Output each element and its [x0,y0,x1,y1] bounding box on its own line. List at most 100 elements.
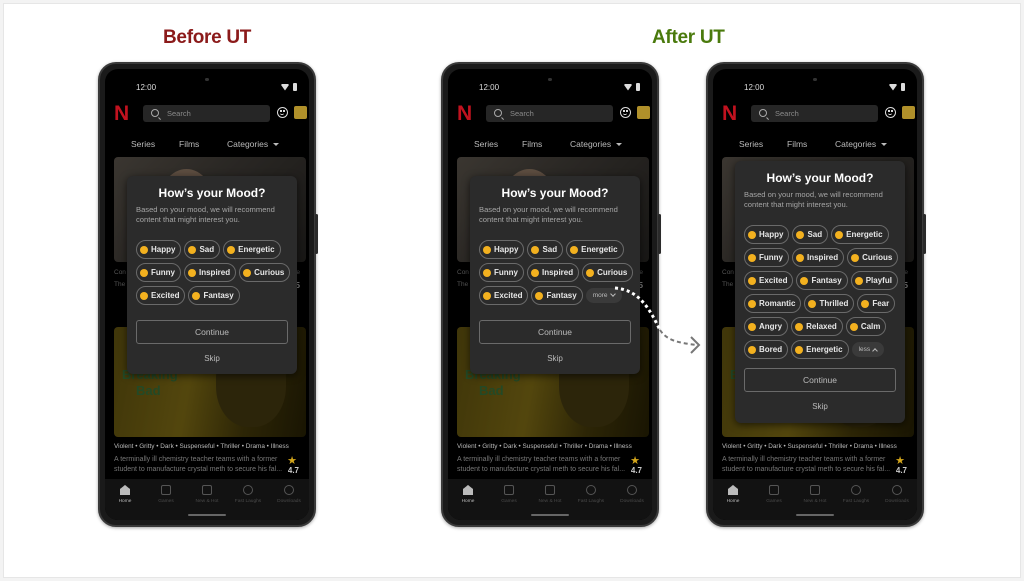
bottom-nav-home[interactable]: Home [107,485,143,504]
less-moods-button[interactable]: less [851,342,885,357]
emoji-excited-icon [748,276,756,285]
bottom-nav-downloads[interactable]: Downloads [879,485,915,504]
emoji-curious-icon [243,268,252,277]
bottom-nav: Home Games New & Hot Fast Laughs Downloa… [713,479,917,520]
mood-chip-fear[interactable]: Fear [857,294,896,313]
mood-chip-funny[interactable]: Funny [136,263,181,282]
phone-after-expanded: 12:00 N Search Series Films Categories C… [706,62,926,527]
bottom-nav-home[interactable]: Home [450,485,486,504]
show-rating: 4.7 [630,466,642,475]
emoji-inspired-icon [188,268,196,277]
mood-chip-bored[interactable]: Bored [744,340,789,359]
mood-chip-playful[interactable]: Playful [850,271,898,290]
status-time: 12:00 [479,83,500,92]
row1-desc-left: The [722,281,734,288]
mood-chip-energetic[interactable]: Energetic [791,340,849,359]
mood-chip-energetic[interactable]: Energetic [831,225,889,244]
show-rating: 4.7 [287,466,299,475]
search-input[interactable]: Search [486,105,613,122]
search-input[interactable]: Search [751,105,878,122]
nav-categories[interactable]: Categories [227,139,280,149]
mood-chip-funny[interactable]: Funny [479,263,524,282]
mood-chip-fantasy[interactable]: Fantasy [531,286,583,305]
mood-chip-excited[interactable]: Excited [479,286,529,305]
mood-chip-happy[interactable]: Happy [744,225,790,244]
nav-series[interactable]: Series [131,139,155,149]
profile-avatar[interactable] [294,106,307,119]
bottom-nav-downloads[interactable]: Downloads [614,485,650,504]
nav-categories[interactable]: Categories [835,139,888,149]
nav-films[interactable]: Films [787,139,807,149]
mood-chip-happy[interactable]: Happy [136,240,182,259]
home-indicator[interactable] [188,514,226,516]
profile-avatar[interactable] [902,106,915,119]
bottom-nav-games[interactable]: Games [756,485,792,504]
mood-chip-sad[interactable]: Sad [792,225,829,244]
nav-films[interactable]: Films [179,139,199,149]
bottom-nav-fast-laughs[interactable]: Fast Laughs [573,485,609,504]
mood-chip-excited[interactable]: Excited [136,286,186,305]
bottom-nav-home[interactable]: Home [715,485,751,504]
mood-chip-inspired[interactable]: Inspired [792,248,845,267]
mood-chip-calm[interactable]: Calm [845,317,887,336]
mood-chip-label: Energetic [581,245,618,254]
mood-chip-relaxed[interactable]: Relaxed [791,317,843,336]
home-indicator[interactable] [531,514,569,516]
bottom-nav-new-hot[interactable]: New & Hot [797,485,833,504]
mood-chip-excited[interactable]: Excited [744,271,794,290]
skip-button[interactable]: Skip [470,354,640,363]
mood-chip-romantic[interactable]: Romantic [744,294,802,313]
status-icons [624,83,640,91]
nav-series[interactable]: Series [474,139,498,149]
netflix-logo[interactable]: N [114,103,129,124]
wifi-icon [889,83,897,91]
mood-chip-inspired[interactable]: Inspired [527,263,580,282]
mood-chip-curious[interactable]: Curious [239,263,291,282]
mood-smiley-icon[interactable] [277,107,288,118]
mood-chip-angry[interactable]: Angry [744,317,789,336]
mood-chip-sad[interactable]: Sad [527,240,564,259]
mood-chip-fantasy[interactable]: Fantasy [188,286,240,305]
mood-chip-funny[interactable]: Funny [744,248,789,267]
mood-smiley-icon[interactable] [885,107,896,118]
bottom-nav-new-hot[interactable]: New & Hot [189,485,225,504]
mood-chip-curious[interactable]: Curious [582,263,634,282]
search-icon [151,109,159,117]
nav-series[interactable]: Series [739,139,763,149]
mood-chip-fantasy[interactable]: Fantasy [796,271,848,290]
gamepad-icon [504,485,514,495]
bottom-nav-fast-laughs[interactable]: Fast Laughs [230,485,266,504]
search-input[interactable]: Search [143,105,270,122]
mood-smiley-icon[interactable] [620,107,631,118]
category-nav: Series Films Categories [105,139,309,151]
netflix-logo[interactable]: N [457,103,472,124]
netflix-logo[interactable]: N [722,103,737,124]
bottom-nav-label: Games [501,499,517,504]
bottom-nav-label: Downloads [885,499,909,504]
nav-films[interactable]: Films [522,139,542,149]
bottom-nav-games[interactable]: Games [148,485,184,504]
nav-categories[interactable]: Categories [570,139,623,149]
bottom-nav-new-hot[interactable]: New & Hot [532,485,568,504]
modal-description: Based on your mood, we will recommend co… [744,190,883,209]
home-indicator[interactable] [796,514,834,516]
mood-chip-inspired[interactable]: Inspired [184,263,237,282]
genre-tags: Violent • Gritty • Dark • Suspenseful • … [722,443,897,450]
phone-side-button [923,214,926,254]
mood-chip-thrilled[interactable]: Thrilled [804,294,855,313]
continue-button[interactable]: Continue [136,320,288,344]
mood-chip-energetic[interactable]: Energetic [566,240,624,259]
skip-button[interactable]: Skip [735,402,905,411]
continue-button[interactable]: Continue [744,368,896,392]
profile-avatar[interactable] [637,106,650,119]
category-nav: Series Films Categories [713,139,917,151]
mood-chip-happy[interactable]: Happy [479,240,525,259]
bottom-nav-fast-laughs[interactable]: Fast Laughs [838,485,874,504]
bottom-nav-games[interactable]: Games [491,485,527,504]
bottom-nav-downloads[interactable]: Downloads [271,485,307,504]
mood-chip-curious[interactable]: Curious [847,248,899,267]
mood-chip-sad[interactable]: Sad [184,240,221,259]
skip-button[interactable]: Skip [127,354,297,363]
mood-chip-energetic[interactable]: Energetic [223,240,281,259]
home-icon [728,485,738,495]
